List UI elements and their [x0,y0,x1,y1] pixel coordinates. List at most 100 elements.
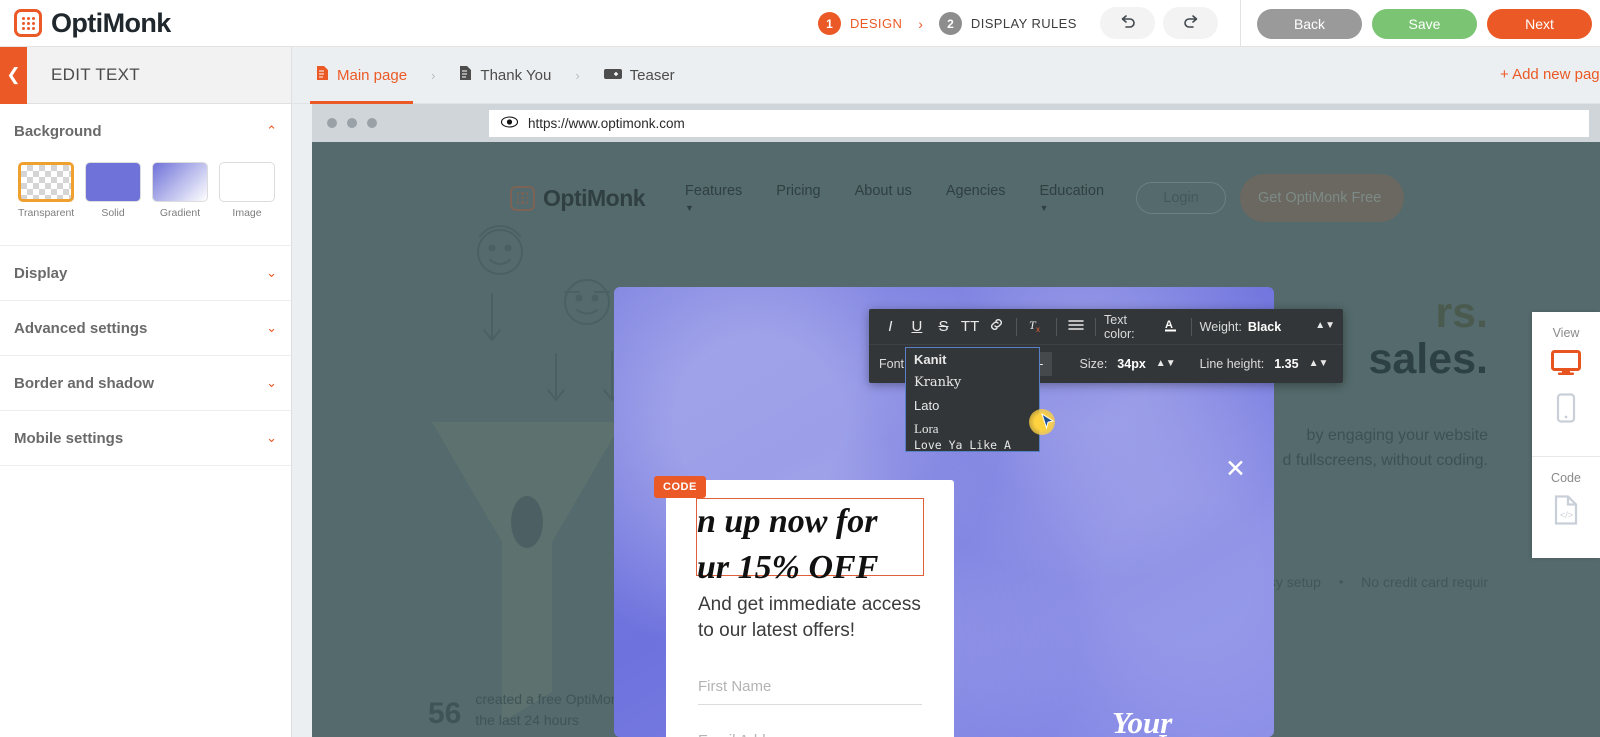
next-button[interactable]: Next [1487,8,1592,39]
add-new-page-button[interactable]: + Add new page [1500,66,1600,83]
section-border-shadow[interactable]: Border and shadow ⌄ [0,356,291,411]
clear-formatting-button[interactable]: Tx [1023,313,1050,341]
swatch-image[interactable] [219,162,275,202]
site-menu-education-label: Education [1039,183,1105,200]
panel-back-button[interactable]: ❮ [0,46,27,104]
tab-teaser[interactable]: Teaser [598,47,681,104]
text-format-toolbar: I U S TT Tx Text color: A Weight: Black … [869,309,1343,452]
url-text: https://www.optimonk.com [528,116,685,131]
background-option-solid[interactable]: Solid [85,162,141,219]
weight-value[interactable]: Black [1248,320,1281,334]
svg-text:x: x [1036,325,1040,333]
section-border-title: Border and shadow [14,374,155,392]
section-background-header[interactable]: Background ⌃ [14,104,277,158]
tab-separator: › [575,67,580,83]
step-separator: › [918,15,923,32]
top-bar-actions: Back Save Next [1240,0,1592,47]
weight-stepper[interactable]: ▲▼ [1315,321,1335,331]
chevron-down-icon: ⌄ [266,375,277,390]
font-option-kanit[interactable]: Kanit [906,348,1039,371]
section-advanced-settings[interactable]: Advanced settings ⌄ [0,301,291,356]
step-design[interactable]: 1 DESIGN [818,12,902,35]
background-option-image[interactable]: Image [219,162,275,219]
line-height-stepper[interactable]: ▲▼ [1309,359,1329,369]
background-option-transparent[interactable]: Transparent [18,162,74,219]
size-stepper[interactable]: ▲▼ [1156,359,1176,369]
underline-button[interactable]: U [904,313,931,341]
link-icon [989,317,1004,336]
app-logo-text: OptiMonk [51,7,171,38]
undo-icon [1118,11,1138,36]
undo-button[interactable] [1100,7,1155,39]
site-login-button[interactable]: Login [1136,182,1227,214]
chevron-down-icon: ⌄ [266,430,277,445]
tab-main-page[interactable]: Main page [310,47,414,104]
desktop-view-button[interactable] [1532,350,1600,381]
email-input[interactable]: Email Address [698,732,922,737]
save-button[interactable]: Save [1372,8,1477,39]
app-logo[interactable]: OptiMonk [0,8,300,39]
background-options: Transparent Solid Gradient Image [14,158,277,245]
code-button[interactable]: </> [1532,495,1600,530]
swatch-transparent-label: Transparent [18,207,75,219]
swatch-transparent[interactable] [18,162,74,202]
step-display-rules[interactable]: 2 DISPLAY RULES [938,12,1077,35]
toolbar-divider [1095,317,1097,336]
site-menu-about-us[interactable]: About us [855,182,912,202]
uppercase-button[interactable]: TT [957,313,984,341]
popup-logo-word2: Logo [1156,731,1224,737]
swatch-solid[interactable] [85,162,141,202]
size-value[interactable]: 34px [1117,357,1146,371]
font-dropdown-list[interactable]: Kanit Kranky Lato Lora Love Ya Like A Si… [905,347,1040,452]
text-color-label: Text color: [1104,312,1135,341]
site-cta-button[interactable]: Get OptiMonk Free [1240,174,1405,222]
site-hero-body: by engaging your website d fullscreens, … [1283,424,1488,474]
popup-close-button[interactable]: ✕ [1225,454,1246,484]
step-1-label: DESIGN [850,16,903,31]
site-menu-pricing[interactable]: Pricing [776,182,820,202]
site-hero-body-line1: by engaging your website [1306,427,1488,444]
mobile-view-button[interactable] [1532,393,1600,428]
site-logo[interactable]: OptiMonk [510,185,646,212]
caps-icon: TT [960,318,980,335]
step-indicator: 1 DESIGN › 2 DISPLAY RULES [818,0,1077,47]
strikethrough-button[interactable]: S [930,313,957,341]
section-display[interactable]: Display ⌄ [0,246,291,301]
font-option-lato[interactable]: Lato [906,394,1039,417]
url-bar[interactable]: https://www.optimonk.com [489,110,1589,137]
text-color-button[interactable]: A [1158,313,1185,341]
desktop-icon [1551,350,1581,381]
history-buttons [1100,7,1218,39]
section-background: Background ⌃ Transparent Solid Gradient [0,104,291,246]
site-hero-heading: rs. sales. [1368,290,1488,383]
font-option-kranky[interactable]: Kranky [906,371,1039,394]
align-button[interactable] [1062,313,1089,341]
line-height-value[interactable]: 1.35 [1274,357,1298,371]
chevron-down-icon: ⌄ [266,320,277,335]
tab-thank-you-label: Thank You [480,66,552,84]
chevron-down-icon: ▼ [685,202,694,213]
redo-button[interactable] [1163,7,1218,39]
code-file-icon: </> [1554,495,1578,530]
code-label: Code [1551,471,1581,485]
site-hero-body-line2: d fullscreens, without coding. [1282,451,1488,469]
tab-thank-you[interactable]: Thank You [453,47,557,104]
swatch-image-label: Image [232,207,262,219]
site-menu-features[interactable]: Features ▼ [685,182,742,214]
tab-separator: › [431,67,436,83]
clear-formatting-icon: Tx [1028,317,1045,337]
italic-button[interactable]: I [877,313,904,341]
link-button[interactable] [983,313,1010,341]
section-display-title: Display [14,264,68,282]
popup-subheadline[interactable]: And get immediate access to our latest o… [698,592,933,643]
first-name-input[interactable]: First Name [698,678,922,705]
back-button[interactable]: Back [1257,8,1362,39]
background-option-gradient[interactable]: Gradient [152,162,208,219]
step-2-label: DISPLAY RULES [970,16,1077,31]
section-mobile-settings[interactable]: Mobile settings ⌄ [0,411,291,466]
font-option-love-ya-like-a-sister[interactable]: Love Ya Like A Sister [906,438,1039,452]
swatch-gradient[interactable] [152,162,208,202]
site-menu-education[interactable]: Education ▼ [1040,182,1105,214]
popup-headline-selection[interactable]: n up now for ur 15% OFF [696,498,924,586]
site-menu-agencies[interactable]: Agencies [946,182,1006,202]
